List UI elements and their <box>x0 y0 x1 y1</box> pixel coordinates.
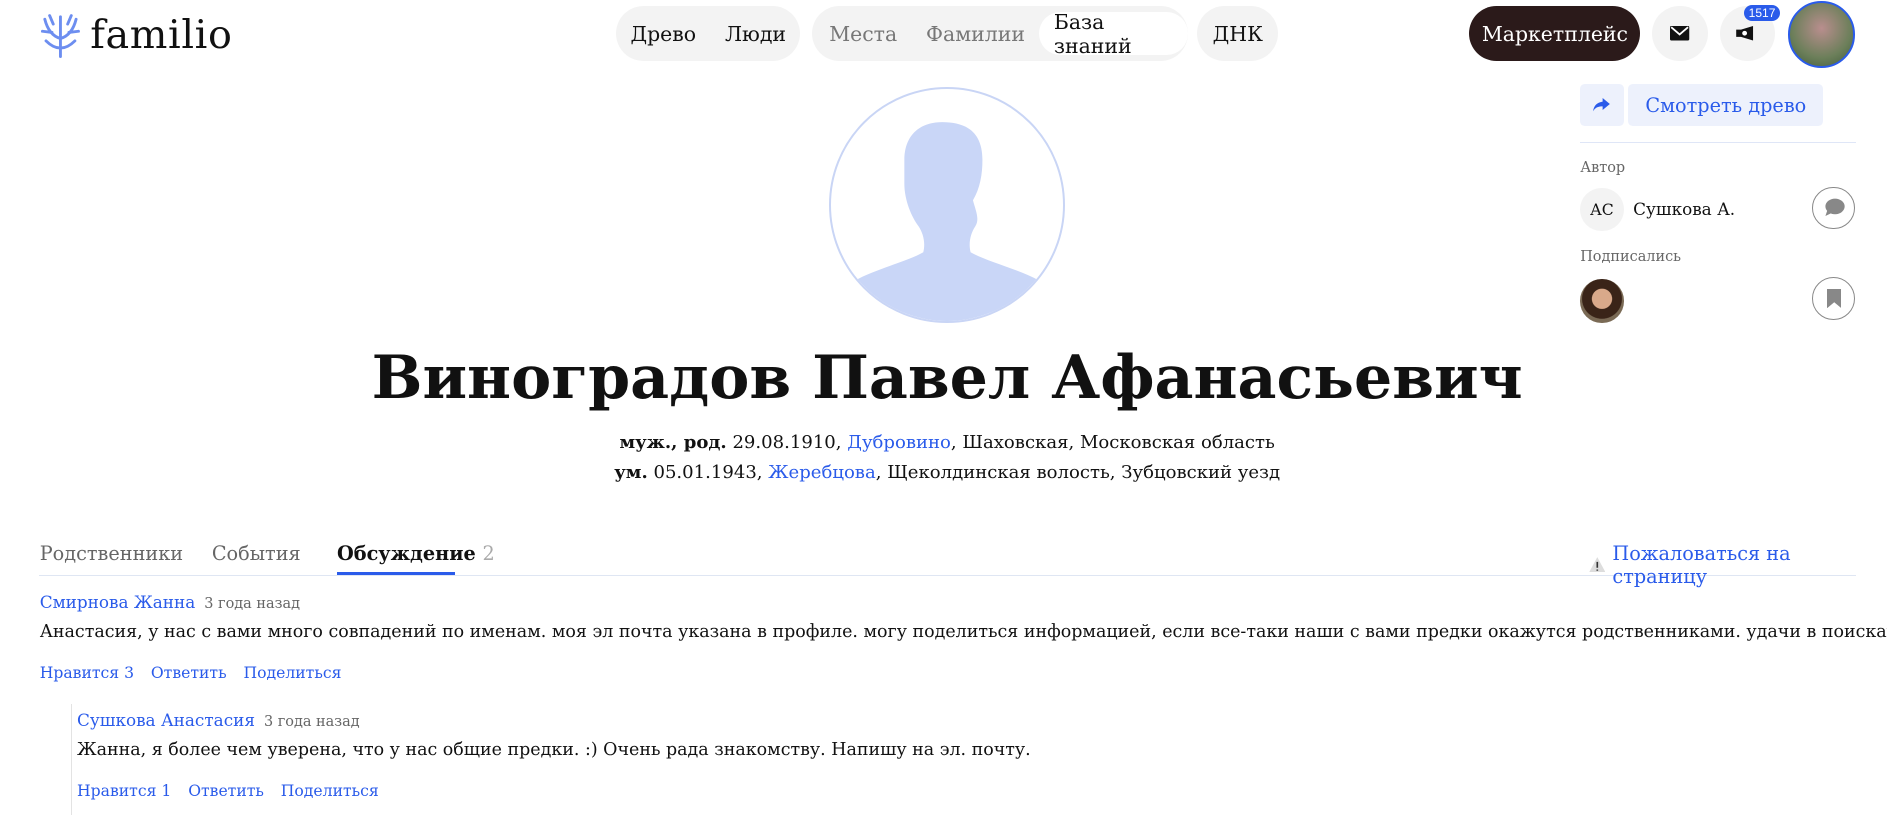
reply-thread-line <box>71 704 73 815</box>
subscribers-label: Подписались <box>1580 249 1682 266</box>
subscribe-button[interactable] <box>1812 276 1856 320</box>
share-comment-button[interactable]: Поделиться <box>243 663 341 682</box>
reply-button[interactable]: Ответить <box>151 663 227 682</box>
like-button[interactable]: Нравится 3 <box>40 663 134 682</box>
author-label: Автор <box>1580 160 1626 177</box>
like-button[interactable]: Нравится 1 <box>77 781 171 800</box>
warning-icon <box>1588 556 1606 573</box>
nav-places[interactable]: Места <box>815 12 912 55</box>
death-date: 05.01.1943, <box>647 462 769 484</box>
notifications-badge: 1517 <box>1743 4 1781 22</box>
nav-people[interactable]: Люди <box>711 12 801 55</box>
author-name[interactable]: Сушкова А. <box>1633 199 1735 219</box>
tab-relatives[interactable]: Родственники <box>40 542 183 565</box>
marketplace-button[interactable]: Маркетплейс <box>1469 6 1641 62</box>
share-arrow-icon <box>1593 98 1611 112</box>
message-author-button[interactable] <box>1812 186 1856 230</box>
death-place-rest: , Щеколдинская волость, Зубцовский уезд <box>875 462 1281 484</box>
bookmark-icon <box>1826 288 1842 308</box>
comment-time: 3 года назад <box>263 714 360 731</box>
view-tree-button[interactable]: Смотреть древо <box>1628 84 1824 127</box>
nav-group-knowledge: Места Фамилии База знаний <box>812 6 1188 62</box>
birth-prefix: муж., род. <box>619 432 727 454</box>
tab-events[interactable]: События <box>212 542 301 565</box>
profile-photo-placeholder <box>829 86 1066 323</box>
birth-info: муж., род. 29.08.1910, Дубровино, Шаховс… <box>0 432 1887 453</box>
sidebar-divider <box>1580 142 1856 144</box>
death-prefix: ум. <box>614 462 648 484</box>
page: familio Древо Люди Места Фамилии База зн… <box>0 0 1887 817</box>
comment-text: Жанна, я более чем уверена, что у нас об… <box>77 739 1031 760</box>
tree-logo-icon <box>40 14 80 58</box>
tabs-divider <box>38 575 1856 577</box>
reply-button[interactable]: Ответить <box>188 781 264 800</box>
person-name: Виноградов Павел Афанасьевич <box>371 342 1523 413</box>
mail-icon <box>1670 26 1690 41</box>
nav-group-main: Древо Люди <box>616 6 801 62</box>
person-silhouette-icon <box>854 121 1040 321</box>
nav-dna[interactable]: ДНК <box>1197 6 1279 62</box>
death-place-link[interactable]: Жеребцова <box>768 462 875 483</box>
birth-date: 29.08.1910, <box>726 432 848 454</box>
chat-bubble-icon <box>1825 198 1845 217</box>
report-page-link[interactable]: Пожаловаться на страницу <box>1588 541 1887 588</box>
user-avatar[interactable] <box>1788 1 1855 68</box>
share-button[interactable] <box>1580 84 1624 127</box>
marketplace-label: Маркетплейс <box>1481 21 1628 46</box>
comment-author[interactable]: Смирнова Жанна <box>40 592 196 612</box>
birth-place-rest: , Шаховская, Московская область <box>950 432 1275 454</box>
horn-icon <box>1736 26 1754 41</box>
tab-discussion[interactable]: Обсуждение 2 <box>337 542 495 565</box>
tab-active-indicator <box>336 571 455 576</box>
comment-author[interactable]: Сушкова Анастасия <box>77 710 255 730</box>
author-avatar[interactable]: АС <box>1580 187 1624 232</box>
nav-dna-label: ДНК <box>1212 21 1263 46</box>
logo-text: familio <box>90 12 233 59</box>
share-comment-button[interactable]: Поделиться <box>281 781 379 800</box>
report-page-label: Пожаловаться на страницу <box>1612 541 1791 588</box>
comment: Смирнова Жанна 3 года назад Анастасия, у… <box>40 592 1887 683</box>
nav-knowledge-base[interactable]: База знаний <box>1039 10 1188 58</box>
comment-text: Анастасия, у нас с вами много совпадений… <box>39 621 1887 642</box>
nav-surnames[interactable]: Фамилии <box>912 12 1040 55</box>
comment-reply: Сушкова Анастасия 3 года назад Жанна, я … <box>77 710 1031 801</box>
tab-discussion-count: 2 <box>482 541 495 565</box>
messages-button[interactable] <box>1652 6 1708 62</box>
tab-discussion-label: Обсуждение <box>336 541 476 565</box>
subscriber-avatar[interactable] <box>1580 279 1624 323</box>
logo[interactable]: familio <box>40 12 233 58</box>
birth-place-link[interactable]: Дубровино <box>847 432 951 453</box>
nav-tree[interactable]: Древо <box>616 12 710 55</box>
death-info: ум. 05.01.1943, Жеребцова, Щеколдинская … <box>0 462 1887 483</box>
comment-time: 3 года назад <box>204 596 300 613</box>
